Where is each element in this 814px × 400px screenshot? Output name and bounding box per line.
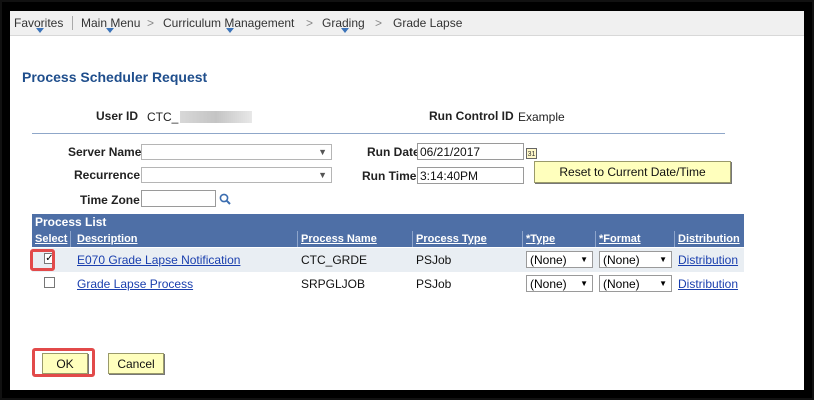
checkbox-highlight: [30, 249, 55, 271]
breadcrumb-separator-icon: >: [306, 16, 314, 30]
nav-grade-lapse[interactable]: Grade Lapse: [393, 16, 462, 30]
process-list-title: Process List: [32, 214, 744, 231]
cancel-button[interactable]: Cancel: [108, 353, 164, 374]
format-value: (None): [603, 253, 640, 267]
chevron-down-icon: ▼: [318, 170, 327, 180]
chevron-down-icon: ▼: [659, 279, 667, 288]
process-type: PSJob: [416, 277, 452, 291]
run-control-label: Run Control ID: [429, 109, 514, 123]
col-distribution[interactable]: Distribution: [678, 233, 740, 245]
run-date-input[interactable]: 06/21/2017: [417, 143, 524, 160]
process-list-grid: Process List Select Description Process …: [32, 214, 744, 310]
grading-dropdown-icon[interactable]: [341, 28, 349, 33]
user-id-value: CTC_: [147, 110, 179, 124]
distribution-link[interactable]: Distribution: [678, 253, 738, 267]
ok-button-highlight: [32, 348, 95, 377]
process-list-header-row: Select Description Process Name Process …: [32, 231, 744, 247]
col-description[interactable]: Description: [77, 233, 138, 245]
chevron-down-icon: ▼: [318, 147, 327, 157]
time-zone-input[interactable]: [141, 190, 216, 207]
column-divider: [297, 231, 298, 247]
column-divider: [595, 231, 596, 247]
column-divider: [674, 231, 675, 247]
format-dropdown[interactable]: (None) ▼: [599, 251, 672, 268]
recurrence-label: Recurrence: [74, 168, 141, 182]
redacted-user-id: [180, 111, 252, 123]
type-dropdown[interactable]: (None) ▼: [526, 251, 593, 268]
col-process-type[interactable]: Process Type: [416, 233, 487, 245]
time-zone-label: Time Zone: [80, 193, 140, 207]
format-value: (None): [603, 277, 640, 291]
col-format[interactable]: *Format: [599, 233, 641, 245]
run-time-input[interactable]: 3:14:40PM: [417, 167, 524, 184]
breadcrumb-separator-icon: >: [147, 16, 155, 30]
distribution-link[interactable]: Distribution: [678, 277, 738, 291]
calendar-icon[interactable]: 31: [526, 148, 537, 159]
chevron-down-icon: ▼: [580, 279, 588, 288]
recurrence-select[interactable]: ▼: [141, 167, 332, 183]
col-select[interactable]: Select: [35, 233, 67, 245]
chevron-down-icon: ▼: [659, 255, 667, 264]
run-time-label: Run Time: [362, 169, 417, 183]
server-name-select[interactable]: ▼: [141, 144, 332, 160]
process-type: PSJob: [416, 253, 452, 267]
server-name-label: Server Name: [68, 145, 142, 159]
nav-divider: [72, 16, 73, 30]
column-divider: [70, 231, 71, 247]
divider-line: [32, 133, 725, 134]
col-type[interactable]: *Type: [526, 233, 555, 245]
run-date-label: Run Date: [367, 145, 420, 159]
run-control-value: Example: [518, 110, 565, 124]
process-name: SRPGLJOB: [301, 277, 366, 291]
page-title: Process Scheduler Request: [22, 69, 208, 85]
process-name: CTC_GRDE: [301, 253, 368, 267]
breadcrumb: Favorites Main Menu > Curriculum Managem…: [10, 11, 804, 36]
reset-date-time-button[interactable]: Reset to Current Date/Time: [534, 161, 731, 183]
screenshot-frame: Favorites Main Menu > Curriculum Managem…: [0, 0, 814, 400]
col-process-name[interactable]: Process Name: [301, 233, 377, 245]
user-id-label: User ID: [96, 109, 139, 123]
search-icon[interactable]: [219, 193, 231, 205]
curriculum-dropdown-icon[interactable]: [226, 28, 234, 33]
column-divider: [412, 231, 413, 247]
favorites-dropdown-icon[interactable]: [36, 28, 44, 33]
type-value: (None): [530, 277, 567, 291]
type-value: (None): [530, 253, 567, 267]
page-content: Favorites Main Menu > Curriculum Managem…: [10, 11, 804, 390]
format-dropdown[interactable]: (None) ▼: [599, 275, 672, 292]
table-row: ✓ E070 Grade Lapse Notification CTC_GRDE…: [32, 248, 744, 272]
process-description-link[interactable]: E070 Grade Lapse Notification: [77, 253, 240, 267]
breadcrumb-separator-icon: >: [375, 16, 383, 30]
main-menu-dropdown-icon[interactable]: [106, 28, 114, 33]
table-row: Grade Lapse Process SRPGLJOB PSJob (None…: [32, 272, 744, 296]
process-description-link[interactable]: Grade Lapse Process: [77, 277, 193, 291]
column-divider: [522, 231, 523, 247]
type-dropdown[interactable]: (None) ▼: [526, 275, 593, 292]
select-checkbox[interactable]: [44, 277, 55, 288]
chevron-down-icon: ▼: [580, 255, 588, 264]
